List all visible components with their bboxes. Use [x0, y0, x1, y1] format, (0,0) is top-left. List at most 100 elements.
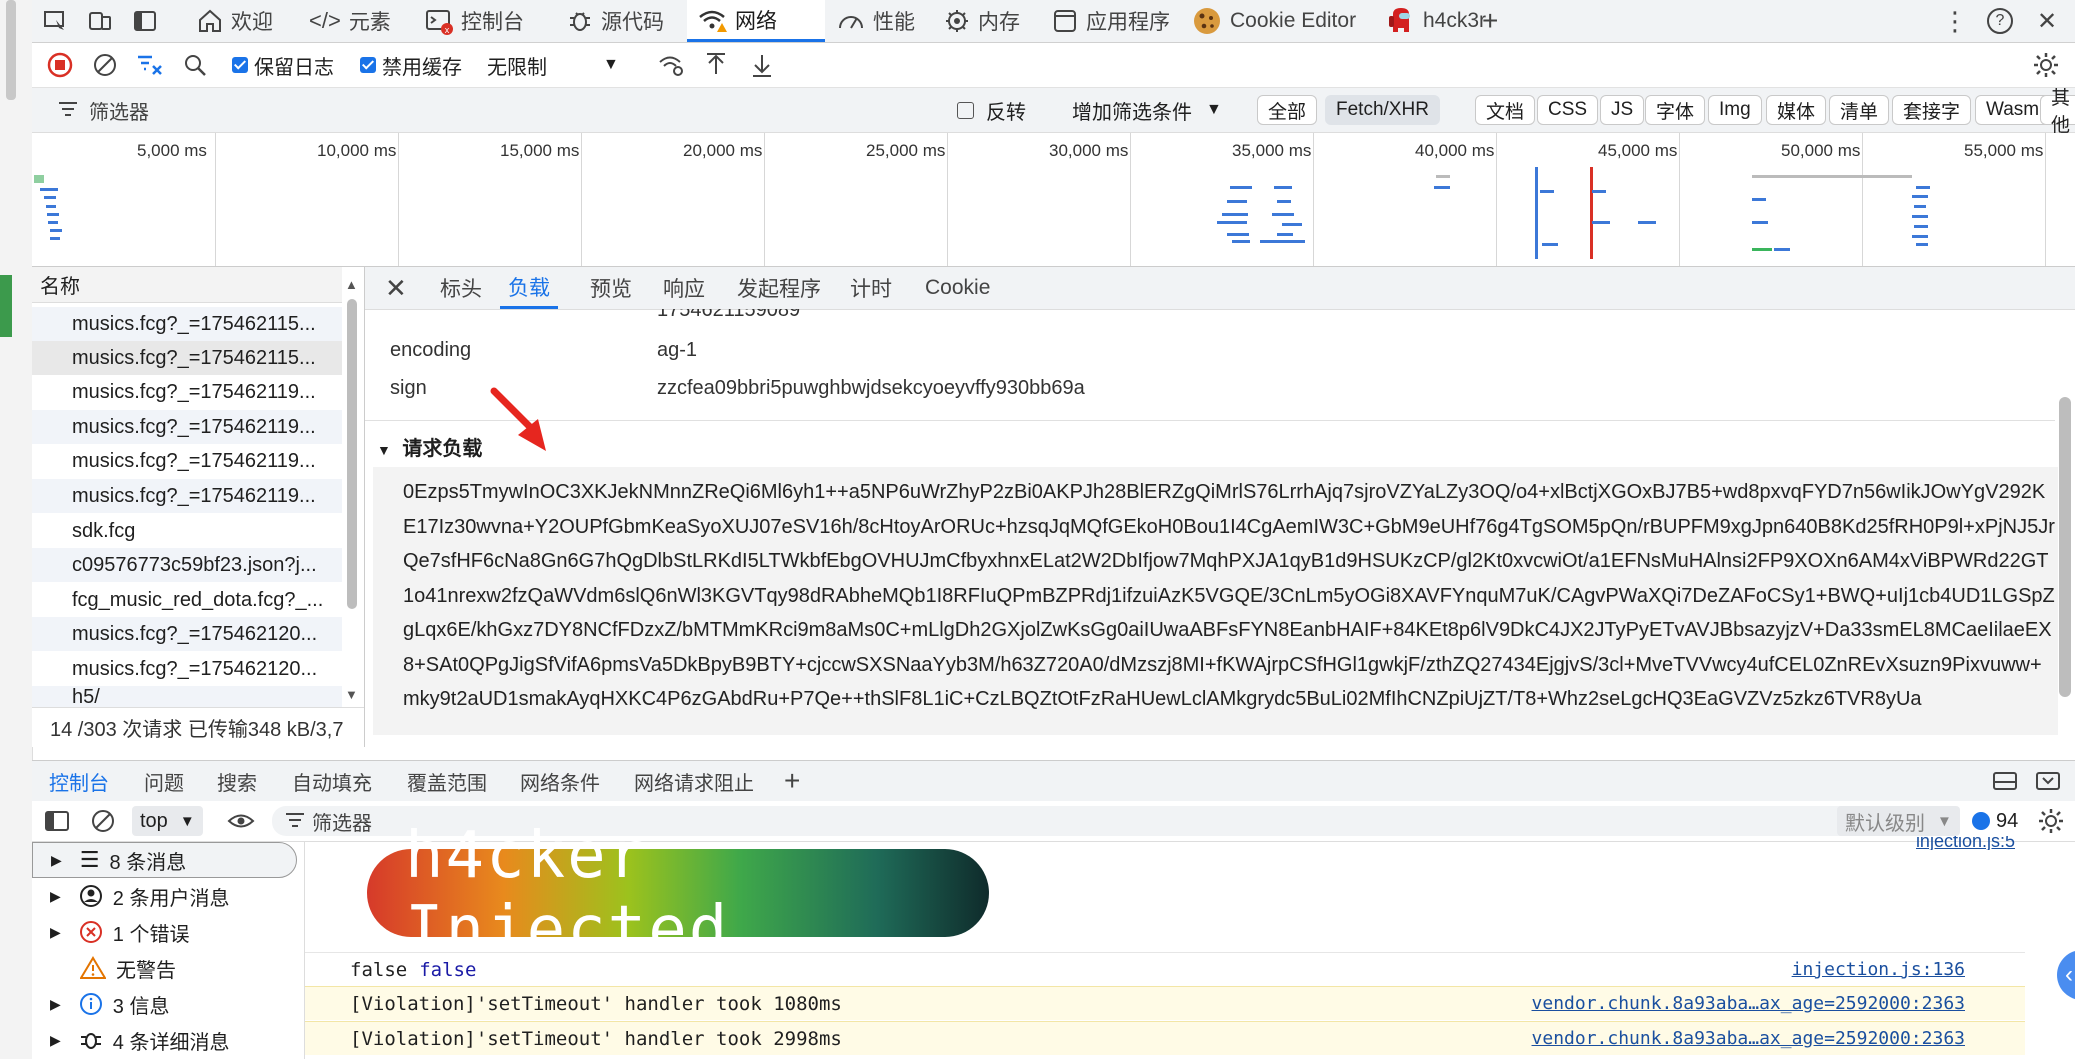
throttling-select[interactable]: 无限制 ▼ — [487, 43, 619, 87]
more-filters-dropdown[interactable]: 增加筛选条件 ▼ — [1072, 88, 1222, 132]
request-row[interactable]: musics.fcg?_=175462119... — [32, 410, 342, 444]
record-stop-button[interactable] — [47, 43, 73, 87]
request-list-scrollbar[interactable]: ▲ ▼ — [345, 277, 359, 702]
close-devtools-icon[interactable]: ✕ — [2037, 0, 2057, 42]
scroll-down-arrow-icon[interactable]: ▼ — [345, 687, 358, 702]
drawer-tab-request-blocking[interactable]: 网络请求阻止 — [634, 761, 754, 801]
sidebar-item-info[interactable]: ▶ 3 信息 — [32, 986, 297, 1022]
type-filter-font[interactable]: 字体 — [1645, 95, 1706, 125]
request-row[interactable]: musics.fcg?_=175462120... — [32, 617, 342, 651]
add-drawer-tab-icon[interactable]: + — [784, 761, 800, 801]
type-filter-media[interactable]: 媒体 — [1766, 95, 1827, 125]
scroll-up-arrow-icon[interactable]: ▲ — [345, 277, 358, 292]
tab-payload[interactable]: 负载 — [500, 267, 558, 309]
network-overview-timeline[interactable]: 5,000 ms 10,000 ms 15,000 ms 20,000 ms 2… — [32, 133, 2075, 267]
type-filter-fetch-xhr[interactable]: Fetch/XHR — [1325, 95, 1440, 125]
clear-button[interactable] — [92, 43, 118, 87]
tab-sources[interactable]: 源代码 — [567, 0, 664, 42]
request-list-header[interactable]: 名称 — [32, 267, 342, 303]
details-scrollbar[interactable] — [2059, 397, 2071, 697]
import-har-button[interactable] — [704, 43, 728, 87]
tab-welcome[interactable]: 欢迎 — [197, 0, 273, 42]
tab-initiator[interactable]: 发起程序 — [737, 267, 821, 309]
disable-cache-checkbox[interactable]: 禁用缓存 — [360, 43, 462, 87]
log-level-select[interactable]: 默认级别 ▼ — [1837, 806, 1960, 836]
source-link[interactable]: vendor.chunk.8a93aba…ax_age=2592000:2363 — [1532, 993, 1965, 1014]
tab-response[interactable]: 响应 — [663, 267, 705, 309]
sidebar-item-verbose[interactable]: ▶ 4 条详细消息 — [32, 1022, 297, 1058]
invert-checkbox[interactable]: 反转 — [957, 88, 1026, 132]
type-filter-wasm[interactable]: Wasm — [1975, 95, 2051, 125]
dock-drawer-icon[interactable] — [1992, 761, 2018, 801]
tab-performance[interactable]: 性能 — [837, 0, 915, 42]
sidebar-item-errors[interactable]: ▶ 1 个错误 — [32, 914, 297, 950]
issues-counter[interactable]: 94 — [1972, 801, 2018, 841]
type-filter-css[interactable]: CSS — [1537, 95, 1599, 125]
request-row[interactable]: musics.fcg?_=175462120... — [32, 652, 342, 686]
source-link[interactable]: vendor.chunk.8a93aba…ax_age=2592000:2363 — [1532, 1028, 1965, 1049]
drawer-tab-issues[interactable]: 问题 — [144, 761, 184, 801]
request-row[interactable]: musics.fcg?_=175462119... — [32, 444, 342, 478]
request-row[interactable]: musics.fcg?_=175462115... — [32, 341, 342, 375]
request-row[interactable]: fcg_music_red_dota.fcg?_... — [32, 583, 342, 617]
more-menu-icon[interactable]: ⋮ — [1942, 0, 1968, 42]
tab-h4ck3r[interactable]: h4ck3r — [1387, 0, 1486, 42]
device-toggle-icon[interactable] — [87, 0, 113, 42]
type-filter-js[interactable]: JS — [1600, 95, 1645, 125]
edge-scrollbar[interactable] — [6, 0, 16, 100]
drawer-tab-search[interactable]: 搜索 — [217, 761, 257, 801]
type-filter-all[interactable]: 全部 — [1257, 95, 1318, 125]
preserve-log-checkbox[interactable]: 保留日志 — [232, 43, 334, 87]
sidebar-item-user-messages[interactable]: ▶ 2 条用户消息 — [32, 878, 297, 914]
dock-side-icon[interactable] — [132, 0, 158, 42]
scrollbar-thumb[interactable] — [347, 299, 357, 609]
tab-console[interactable]: x 控制台 — [425, 0, 524, 42]
drawer-tab-coverage[interactable]: 覆盖范围 — [407, 761, 487, 801]
filter-input[interactable]: 筛选器 — [57, 88, 149, 132]
request-row[interactable]: sdk.fcg — [32, 514, 342, 548]
tab-network[interactable]: 网络 — [687, 0, 825, 42]
network-conditions-button[interactable] — [657, 43, 685, 87]
request-row[interactable]: musics.fcg?_=175462115... — [32, 307, 342, 341]
request-row[interactable]: h5/ — [32, 686, 342, 707]
close-drawer-icon[interactable] — [2035, 761, 2061, 801]
close-details-icon[interactable]: ✕ — [385, 267, 407, 309]
tab-memory[interactable]: 内存 — [944, 0, 1020, 42]
request-row[interactable]: c09576773c59bf23.json?j... — [32, 548, 342, 582]
tab-application[interactable]: 应用程序 — [1052, 0, 1170, 42]
console-settings-button[interactable] — [2037, 801, 2065, 841]
tab-preview[interactable]: 预览 — [590, 267, 632, 309]
request-row[interactable]: musics.fcg?_=175462119... — [32, 479, 342, 513]
network-settings-button[interactable] — [2032, 43, 2060, 87]
sidebar-item-messages[interactable]: ▶ ☰ 8 条消息 — [32, 842, 297, 878]
source-link[interactable]: injection.js:5 — [1916, 836, 2015, 850]
sidebar-item-warnings[interactable]: 无警告 — [32, 950, 297, 986]
tab-cookie-editor[interactable]: Cookie Editor — [1192, 0, 1356, 42]
type-filter-other[interactable]: 其他 — [2040, 88, 2075, 136]
new-tab-plus-icon[interactable]: + — [1482, 0, 1498, 42]
tab-cookies[interactable]: Cookie — [925, 267, 990, 309]
live-expression-button[interactable] — [227, 801, 255, 841]
drawer-tab-network-conditions[interactable]: 网络条件 — [520, 761, 600, 801]
drawer-tab-console[interactable]: 控制台 — [49, 761, 109, 801]
tab-timing[interactable]: 计时 — [850, 267, 892, 309]
source-link[interactable]: injection.js:136 — [1792, 959, 1965, 980]
inspect-icon[interactable] — [42, 0, 68, 42]
clear-console-button[interactable] — [90, 801, 116, 841]
type-filter-socket[interactable]: 套接字 — [1892, 95, 1972, 125]
filter-toggle-button[interactable] — [135, 43, 163, 87]
tab-headers[interactable]: 标头 — [440, 267, 482, 309]
help-button[interactable]: ? — [1987, 0, 2013, 42]
type-filter-img[interactable]: Img — [1708, 95, 1762, 125]
request-row[interactable]: musics.fcg?_=175462119... — [32, 375, 342, 409]
type-filter-doc[interactable]: 文档 — [1475, 95, 1536, 125]
type-filter-manifest[interactable]: 清单 — [1829, 95, 1890, 125]
drawer-tab-autofill[interactable]: 自动填充 — [292, 761, 372, 801]
floating-side-button[interactable]: ‹ — [2057, 950, 2075, 1000]
request-payload-header[interactable]: ▼ 请求负载 — [377, 432, 482, 461]
search-button[interactable] — [182, 43, 208, 87]
export-har-button[interactable] — [750, 43, 774, 87]
toggle-sidebar-button[interactable] — [44, 801, 70, 841]
context-select[interactable]: top ▼ — [132, 806, 203, 836]
tab-elements[interactable]: </> 元素 — [309, 0, 391, 42]
